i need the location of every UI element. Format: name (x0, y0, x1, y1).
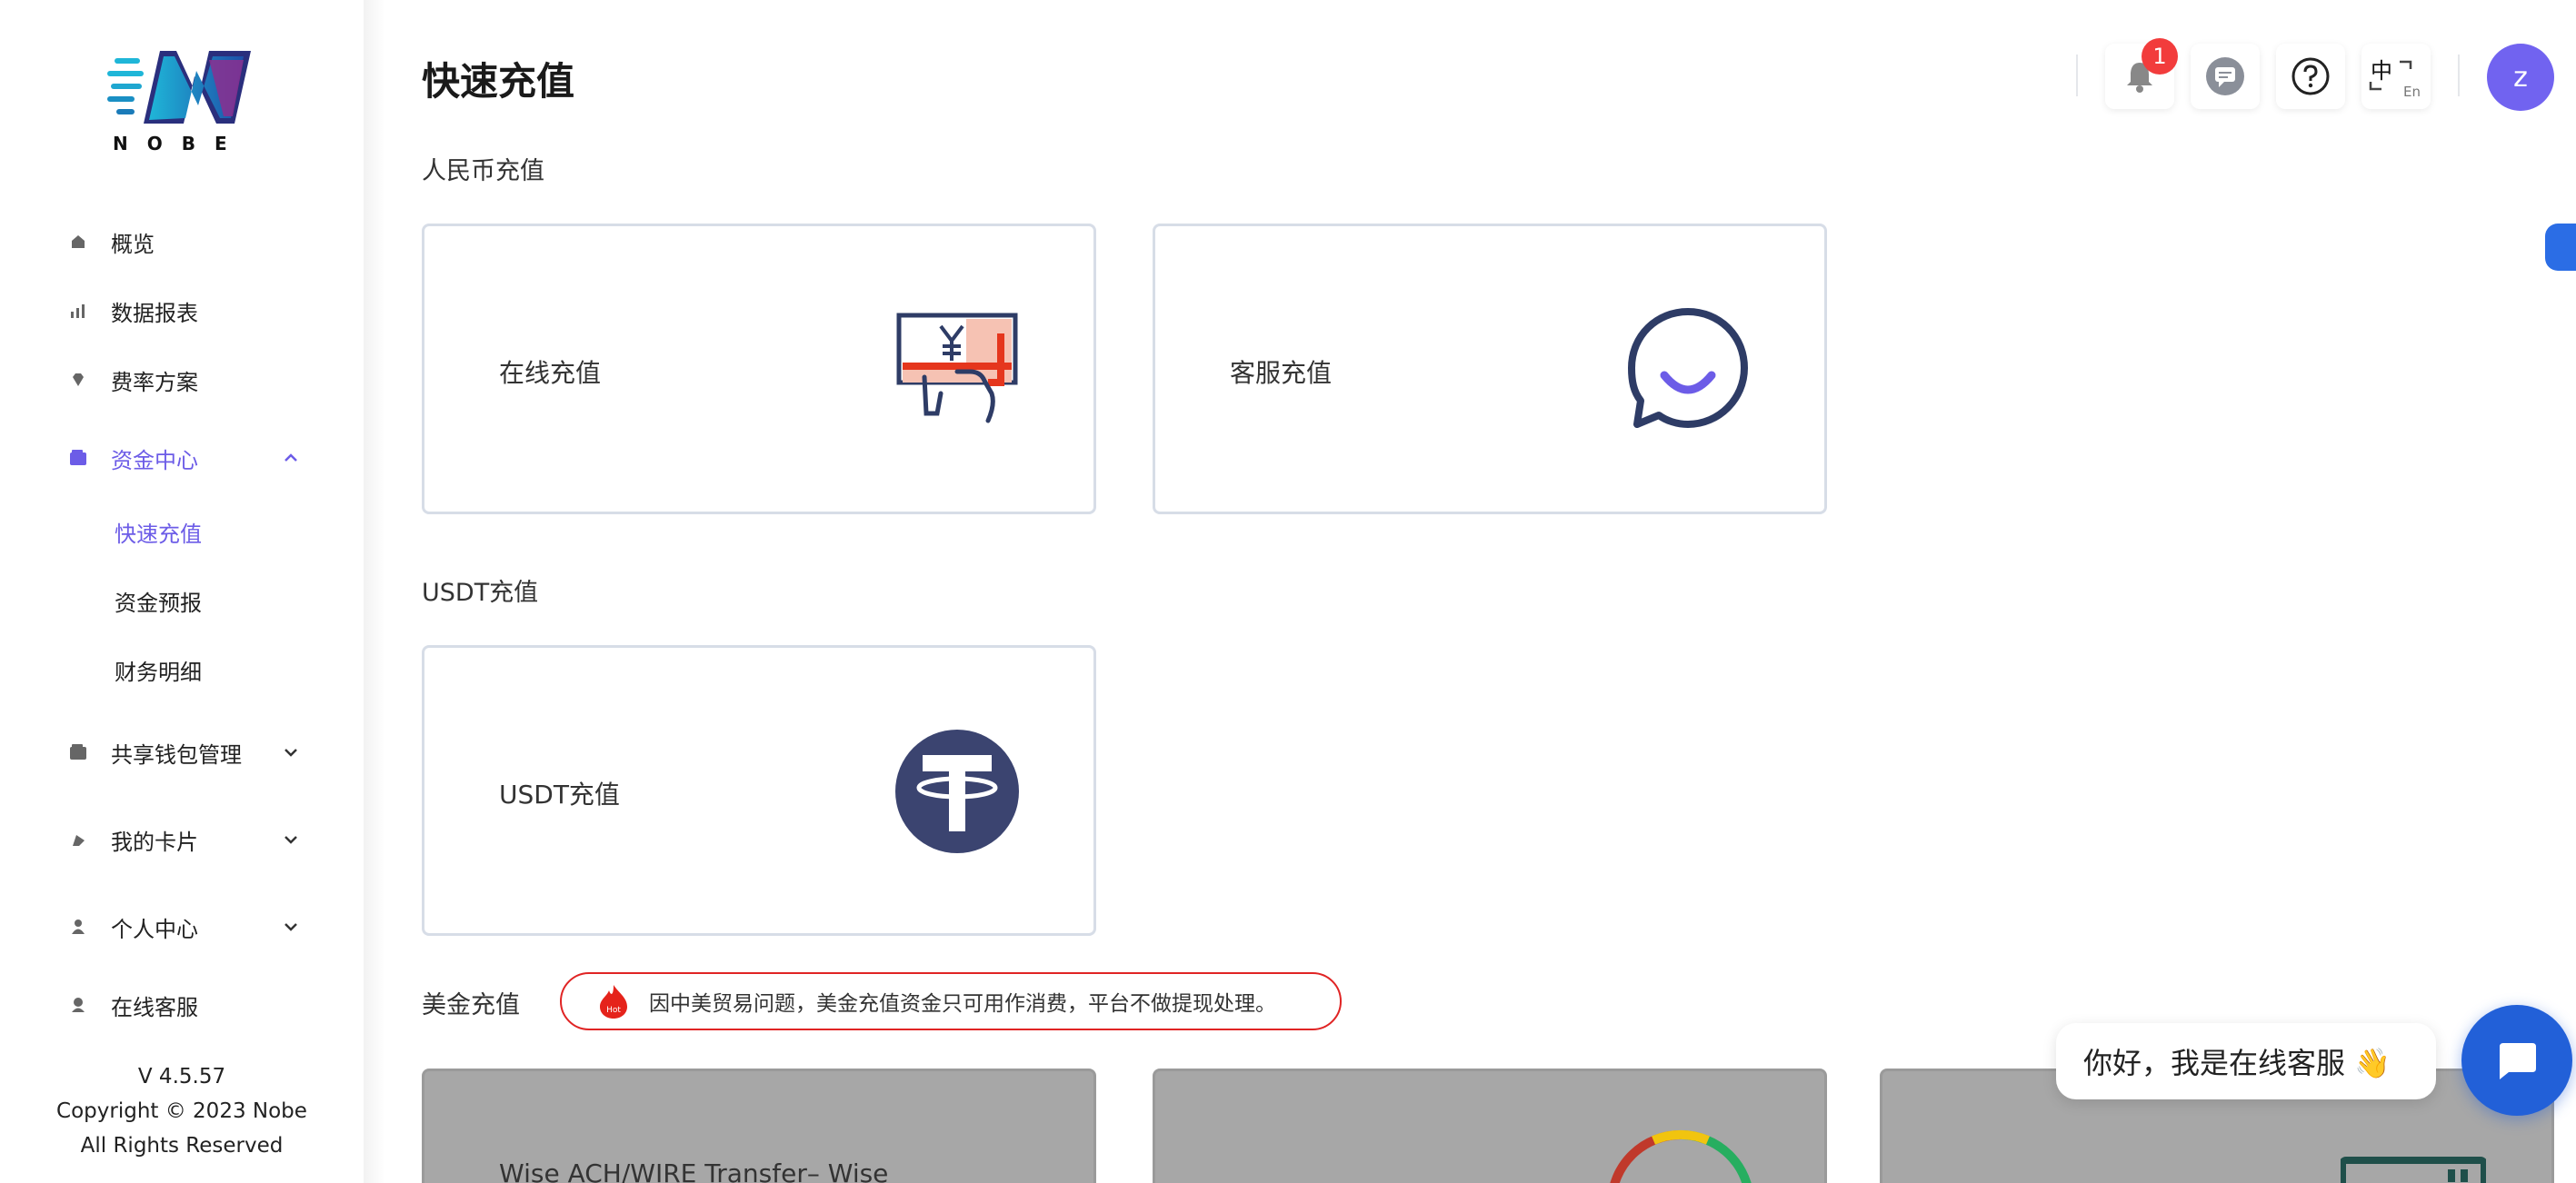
messages-button[interactable] (2191, 44, 2260, 109)
home-icon (69, 233, 87, 251)
sidebar-item-label: 共享钱包管理 (111, 741, 242, 768)
recharge-card-online[interactable]: 在线充值 (422, 224, 1096, 514)
sidebar-item-funds-center[interactable]: 资金中心 (69, 440, 315, 476)
chevron-down-icon[interactable] (282, 830, 300, 849)
notification-badge: 1 (2142, 38, 2178, 75)
toolbar-divider (2076, 55, 2078, 96)
user-icon (69, 918, 87, 936)
card-label: USDT充值 (499, 780, 620, 810)
chat-icon (2500, 1043, 2536, 1079)
side-widget-icon[interactable] (2545, 224, 2576, 271)
sidebar-subitem-funds-forecast[interactable]: 资金预报 (115, 587, 202, 620)
sidebar-item-label: 资金中心 (111, 447, 198, 473)
copyright-text: Copyright © 2023 Nobe (56, 1099, 307, 1123)
rights-text: All Rights Reserved (80, 1134, 284, 1158)
recharge-card-wise[interactable]: Wise ACH/WIRE Transfer– Wise (422, 1069, 1096, 1183)
recharge-card-usdt[interactable]: USDT充值 (422, 645, 1096, 936)
sidebar-item-shared-wallet[interactable]: 共享钱包管理 (69, 734, 315, 770)
sidebar-item-label: 我的卡片 (111, 829, 198, 855)
card-label: Wise ACH/WIRE Transfer– Wise (499, 1158, 889, 1183)
wallet-icon (69, 449, 87, 467)
usd-notice: Hot 因中美贸易问题，美金充值资金只可用作消费，平台不做提现处理。 (560, 972, 1342, 1030)
wallet-icon (69, 743, 87, 761)
chevron-up-icon[interactable] (282, 449, 300, 467)
help-button[interactable] (2276, 44, 2345, 109)
chart-icon (69, 302, 87, 320)
chat-launcher-button[interactable] (2461, 1005, 2572, 1116)
sidebar-item-label: 概览 (111, 231, 155, 257)
hot-label: Hot (606, 1006, 621, 1015)
sidebar-item-label: 在线客服 (111, 994, 198, 1020)
sidebar-subitem-quick-recharge[interactable]: 快速充值 (115, 518, 202, 551)
tether-icon (895, 730, 1019, 853)
gauge-icon (1610, 1129, 1752, 1183)
sidebar-item-rates[interactable]: 费率方案 (69, 362, 315, 398)
sidebar-item-overview[interactable]: 概览 (69, 224, 315, 260)
section-title-usd: 美金充值 (422, 991, 520, 1019)
recharge-card-customer-service[interactable]: 客服充值 (1153, 224, 1827, 514)
chevron-down-icon[interactable] (282, 743, 300, 761)
section-title-usdt: USDT充值 (422, 579, 539, 607)
translate-icon (2369, 60, 2412, 91)
help-icon (2291, 57, 2330, 95)
chat-greeting-bubble[interactable]: 你好，我是在线客服 👋 (2056, 1023, 2436, 1099)
section-title-rmb: 人民币充值 (422, 157, 544, 185)
support-icon (69, 996, 87, 1014)
language-switch-button[interactable]: 中 En (2361, 44, 2431, 109)
bank-icon (2341, 1157, 2486, 1183)
toolbar-divider (2458, 55, 2460, 96)
sidebar-item-label: 费率方案 (111, 369, 198, 395)
recharge-card-usd-2[interactable] (1153, 1069, 1827, 1183)
sidebar-shadow (364, 0, 385, 1183)
online-payment-icon (896, 313, 1018, 423)
sidebar-item-label: 个人中心 (111, 916, 198, 942)
notification-button[interactable]: 1 (2105, 38, 2178, 109)
sidebar-item-personal-center[interactable]: 个人中心 (69, 909, 315, 945)
sidebar-subitem-finance-details[interactable]: 财务明细 (115, 656, 202, 689)
sidebar-item-my-cards[interactable]: 我的卡片 (69, 821, 315, 858)
diamond-icon (69, 371, 87, 389)
notice-text: 因中美贸易问题，美金充值资金只可用作消费，平台不做提现处理。 (649, 992, 1276, 1016)
card-icon (69, 830, 87, 849)
sidebar: NOBE 概览 数据报表 费率方案 资金中心 快速充值 资金预报 财务明细 共享… (0, 0, 364, 1183)
version-text: V 4.5.57 (137, 1065, 226, 1089)
hot-icon: Hot (600, 985, 627, 1019)
page-title: 快速充值 (422, 59, 575, 104)
chevron-down-icon[interactable] (282, 918, 300, 936)
card-label: 客服充值 (1230, 358, 1333, 388)
sidebar-item-online-support[interactable]: 在线客服 (69, 987, 315, 1023)
chat-smile-icon (1628, 308, 1748, 428)
sidebar-item-reports[interactable]: 数据报表 (69, 293, 315, 329)
avatar[interactable]: z (2487, 44, 2554, 111)
card-label: 在线充值 (499, 358, 602, 388)
logo-text: NOBE (113, 133, 246, 154)
sidebar-item-label: 数据报表 (111, 300, 198, 326)
message-icon (2206, 57, 2244, 95)
